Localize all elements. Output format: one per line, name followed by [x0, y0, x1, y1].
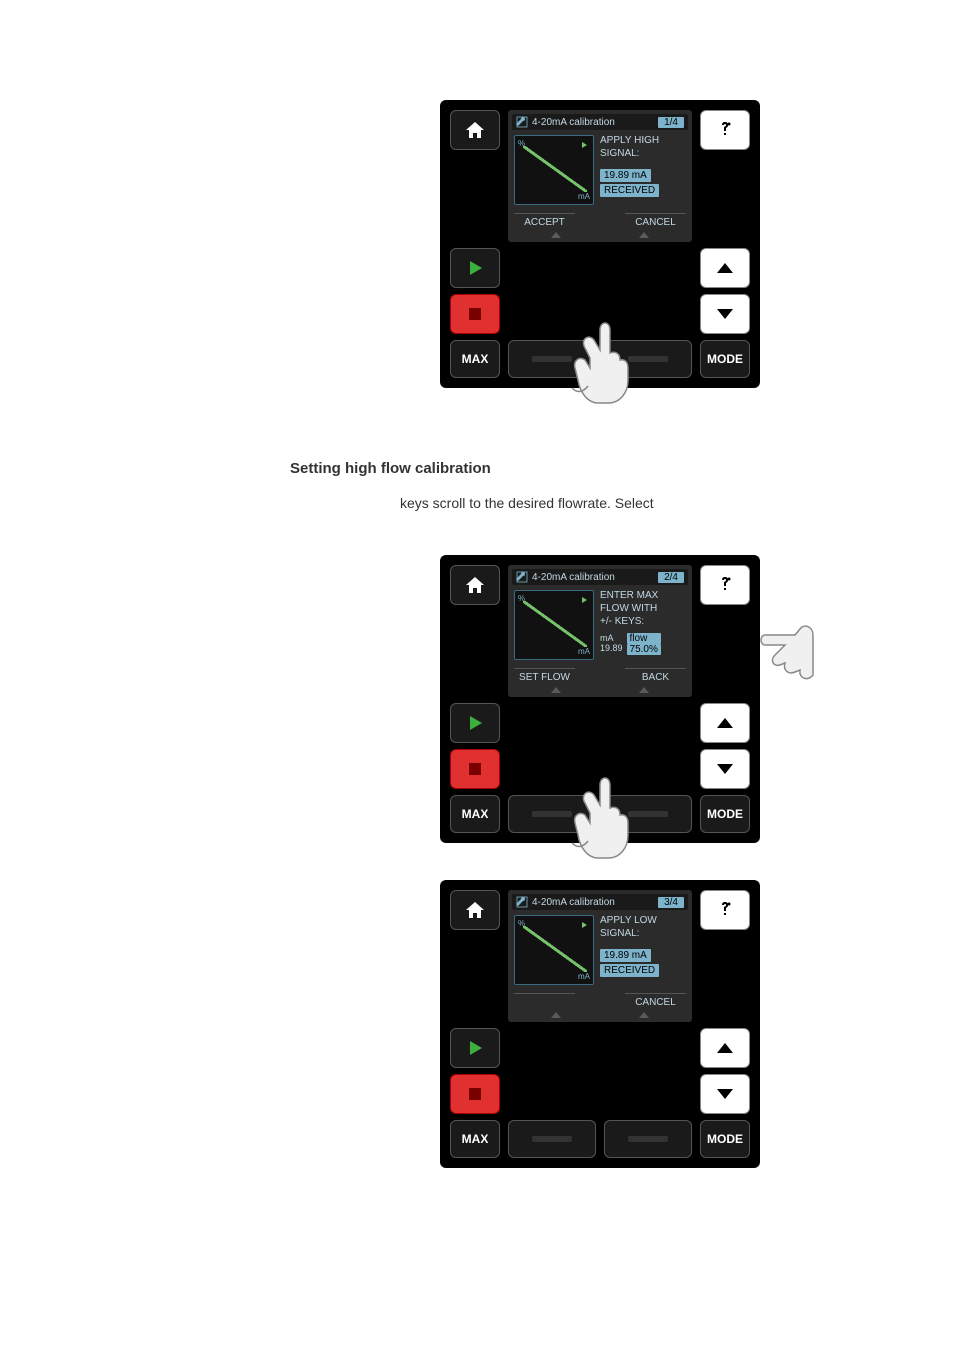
wrench-icon: [516, 116, 528, 128]
softkey-left: [514, 993, 575, 1011]
mode-button[interactable]: MODE: [700, 795, 750, 833]
calibration-graph: % mA: [514, 915, 594, 985]
down-button[interactable]: [700, 294, 750, 334]
x-axis-label: mA: [578, 972, 590, 981]
screen-title: 4-20mA calibration: [532, 117, 654, 128]
max-button[interactable]: MAX: [450, 1120, 500, 1158]
step-indicator: 2/4: [658, 572, 684, 583]
wrench-icon: [516, 896, 528, 908]
lcd-screen: 4-20mA calibration 1/4 % mA APPLY HIGH S…: [508, 110, 692, 242]
softkey-cancel: CANCEL: [625, 213, 686, 231]
play-button[interactable]: [450, 248, 500, 288]
step-indicator: 3/4: [658, 897, 684, 908]
instruction-line: APPLY LOW: [600, 915, 686, 926]
received-label: RECEIVED: [600, 184, 659, 197]
play-button[interactable]: [450, 703, 500, 743]
device-panel-1: 4-20mA calibration 1/4 % mA APPLY HIGH S…: [440, 100, 760, 388]
stop-button[interactable]: [450, 749, 500, 789]
section-heading: Setting high flow calibration: [290, 460, 874, 477]
device-panel-2: 4-20mA calibration 2/4 % mA ENTER MAX FL…: [440, 555, 760, 843]
received-label: RECEIVED: [600, 964, 659, 977]
instruction-text: keys scroll to the desired flowrate. Sel…: [400, 495, 874, 511]
device-panel-3: 4-20mA calibration 3/4 % mA APPLY LOW SI…: [440, 880, 760, 1168]
play-button[interactable]: [450, 1028, 500, 1068]
instruction-line: +/- KEYS:: [600, 616, 686, 627]
mode-button[interactable]: MODE: [700, 340, 750, 378]
hand-pointer-right-icon: [755, 615, 815, 705]
soft-right-button[interactable]: [604, 1120, 692, 1158]
softkey-setflow: SET FLOW: [514, 668, 575, 686]
col-value: 75.0%: [627, 644, 661, 655]
x-axis-label: mA: [578, 192, 590, 201]
screen-title: 4-20mA calibration: [532, 897, 654, 908]
softkey-cancel: CANCEL: [625, 993, 686, 1011]
down-button[interactable]: [700, 1074, 750, 1114]
info-button[interactable]: [700, 565, 750, 605]
down-button[interactable]: [700, 749, 750, 789]
softkey-back: BACK: [625, 668, 686, 686]
signal-value: 19.89 mA: [600, 949, 651, 962]
instruction-line: SIGNAL:: [600, 928, 686, 939]
mode-button[interactable]: MODE: [700, 1120, 750, 1158]
instruction-line: FLOW WITH: [600, 603, 686, 614]
softkey-accept: ACCEPT: [514, 213, 575, 231]
screen-title: 4-20mA calibration: [532, 572, 654, 583]
calibration-graph: % mA: [514, 590, 594, 660]
step-indicator: 1/4: [658, 117, 684, 128]
hand-pointer-icon: [570, 773, 640, 863]
up-button[interactable]: [700, 703, 750, 743]
info-button[interactable]: [700, 890, 750, 930]
stop-button[interactable]: [450, 294, 500, 334]
col-header: flow: [627, 633, 661, 644]
up-button[interactable]: [700, 248, 750, 288]
calibration-graph: % mA: [514, 135, 594, 205]
soft-left-button[interactable]: [508, 1120, 596, 1158]
instruction-line: ENTER MAX: [600, 590, 686, 601]
col-header: mA: [600, 633, 623, 643]
instruction-line: APPLY HIGH: [600, 135, 686, 146]
max-button[interactable]: MAX: [450, 795, 500, 833]
col-value: 19.89: [600, 643, 623, 653]
home-button[interactable]: [450, 890, 500, 930]
stop-button[interactable]: [450, 1074, 500, 1114]
max-button[interactable]: MAX: [450, 340, 500, 378]
up-button[interactable]: [700, 1028, 750, 1068]
lcd-screen: 4-20mA calibration 2/4 % mA ENTER MAX FL…: [508, 565, 692, 697]
wrench-icon: [516, 571, 528, 583]
home-button[interactable]: [450, 565, 500, 605]
hand-pointer-icon: [570, 318, 640, 408]
signal-value: 19.89 mA: [600, 169, 651, 182]
instruction-line: SIGNAL:: [600, 148, 686, 159]
x-axis-label: mA: [578, 647, 590, 656]
lcd-screen: 4-20mA calibration 3/4 % mA APPLY LOW SI…: [508, 890, 692, 1022]
home-button[interactable]: [450, 110, 500, 150]
info-button[interactable]: [700, 110, 750, 150]
